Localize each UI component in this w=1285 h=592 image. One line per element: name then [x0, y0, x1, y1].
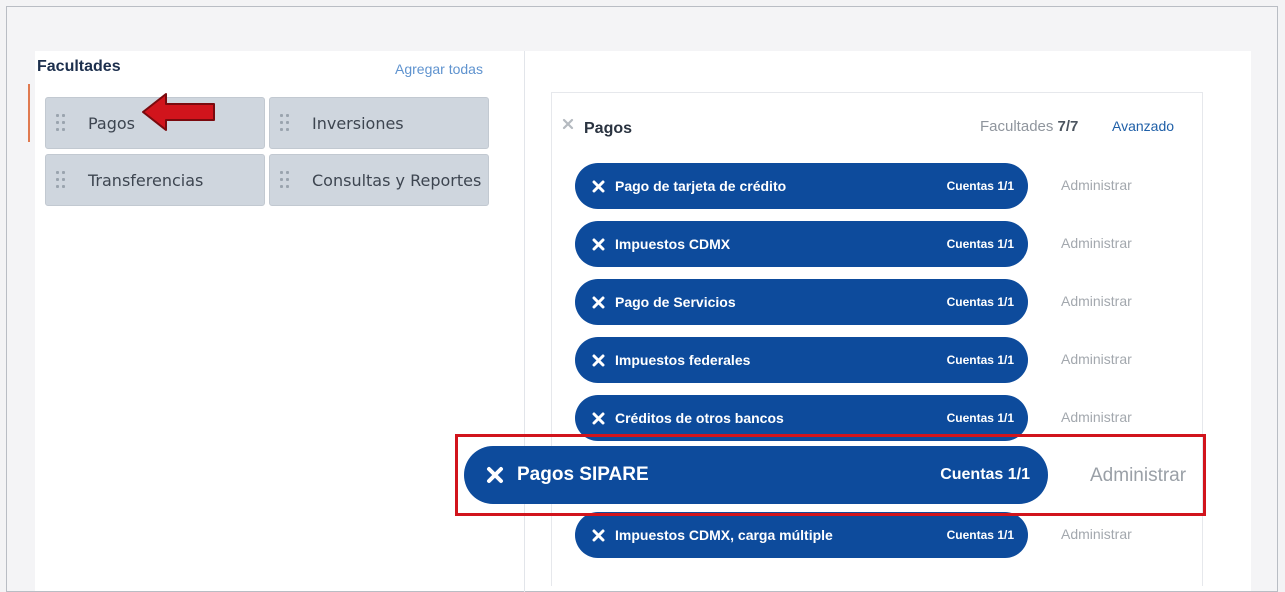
- close-icon[interactable]: [592, 529, 605, 542]
- accounts-count: Cuentas 1/1: [946, 528, 1014, 542]
- card-title: Pagos: [584, 120, 633, 137]
- permission-pill[interactable]: Impuestos federales Cuentas 1/1: [575, 337, 1028, 383]
- tile-inversiones[interactable]: Inversiones: [269, 97, 489, 149]
- accounts-count: Cuentas 1/1: [946, 237, 1014, 251]
- add-all-link[interactable]: Agregar todas: [395, 61, 483, 77]
- permissions-label: Facultades: [980, 118, 1054, 135]
- permission-name: Créditos de otros bancos: [615, 410, 784, 426]
- drag-handle-icon[interactable]: [56, 114, 66, 132]
- manage-link[interactable]: Administrar: [1061, 409, 1132, 425]
- panel-divider: [524, 51, 525, 592]
- permission-name: Pagos SIPARE: [517, 464, 649, 485]
- accounts-count: Cuentas 1/1: [946, 295, 1014, 309]
- manage-link[interactable]: Administrar: [1061, 177, 1132, 193]
- close-icon[interactable]: [592, 354, 605, 367]
- manage-link[interactable]: Administrar: [1061, 526, 1132, 542]
- close-icon[interactable]: [561, 117, 575, 131]
- permission-pill[interactable]: Pago de Servicios Cuentas 1/1: [575, 279, 1028, 325]
- close-icon[interactable]: [592, 296, 605, 309]
- top-band: [7, 7, 1277, 51]
- arrow-left-icon: [142, 93, 215, 131]
- tile-label: Pagos: [88, 113, 136, 133]
- right-band: [1251, 51, 1277, 591]
- accounts-count: Cuentas 1/1: [946, 353, 1014, 367]
- permission-pill[interactable]: Impuestos CDMX, carga múltiple Cuentas 1…: [575, 512, 1028, 558]
- permission-pill-sipare[interactable]: Pagos SIPARE Cuentas 1/1: [464, 446, 1048, 504]
- permission-pill[interactable]: Impuestos CDMX Cuentas 1/1: [575, 221, 1028, 267]
- close-icon[interactable]: [592, 238, 605, 251]
- close-icon[interactable]: [592, 412, 605, 425]
- advanced-link[interactable]: Avanzado: [1112, 118, 1174, 134]
- manage-link[interactable]: Administrar: [1061, 293, 1132, 309]
- left-band: [7, 51, 35, 591]
- facultades-title: Facultades: [37, 58, 121, 75]
- accounts-count: Cuentas 1/1: [946, 179, 1014, 193]
- close-icon[interactable]: [592, 180, 605, 193]
- tile-label: Consultas y Reportes: [312, 170, 482, 190]
- drag-handle-icon[interactable]: [280, 114, 290, 132]
- permission-name: Impuestos CDMX, carga múltiple: [615, 527, 833, 543]
- permission-name: Pago de Servicios: [615, 294, 736, 310]
- manage-link[interactable]: Administrar: [1090, 465, 1186, 487]
- permission-name: Pago de tarjeta de crédito: [615, 178, 787, 194]
- permissions-value: 7/7: [1057, 118, 1079, 135]
- permission-pill[interactable]: Créditos de otros bancos Cuentas 1/1: [575, 395, 1028, 441]
- drag-handle-icon[interactable]: [56, 171, 66, 189]
- close-icon[interactable]: [486, 466, 504, 484]
- permission-pill[interactable]: Pago de tarjeta de crédito Cuentas 1/1: [575, 163, 1028, 209]
- tile-label: Transferencias: [88, 170, 204, 190]
- accounts-count: Cuentas 1/1: [946, 411, 1014, 425]
- permission-name: Impuestos CDMX: [615, 236, 731, 252]
- accounts-count: Cuentas 1/1: [940, 466, 1030, 483]
- manage-link[interactable]: Administrar: [1061, 235, 1132, 251]
- permissions-count: Facultades 7/7: [980, 118, 1078, 135]
- drag-handle-icon[interactable]: [280, 171, 290, 189]
- active-tile-marker: [28, 84, 30, 142]
- manage-link[interactable]: Administrar: [1061, 351, 1132, 367]
- tile-transferencias[interactable]: Transferencias: [45, 154, 265, 206]
- permission-name: Impuestos federales: [615, 352, 751, 368]
- tile-label: Inversiones: [312, 113, 404, 133]
- tile-consultas-reportes[interactable]: Consultas y Reportes: [269, 154, 489, 206]
